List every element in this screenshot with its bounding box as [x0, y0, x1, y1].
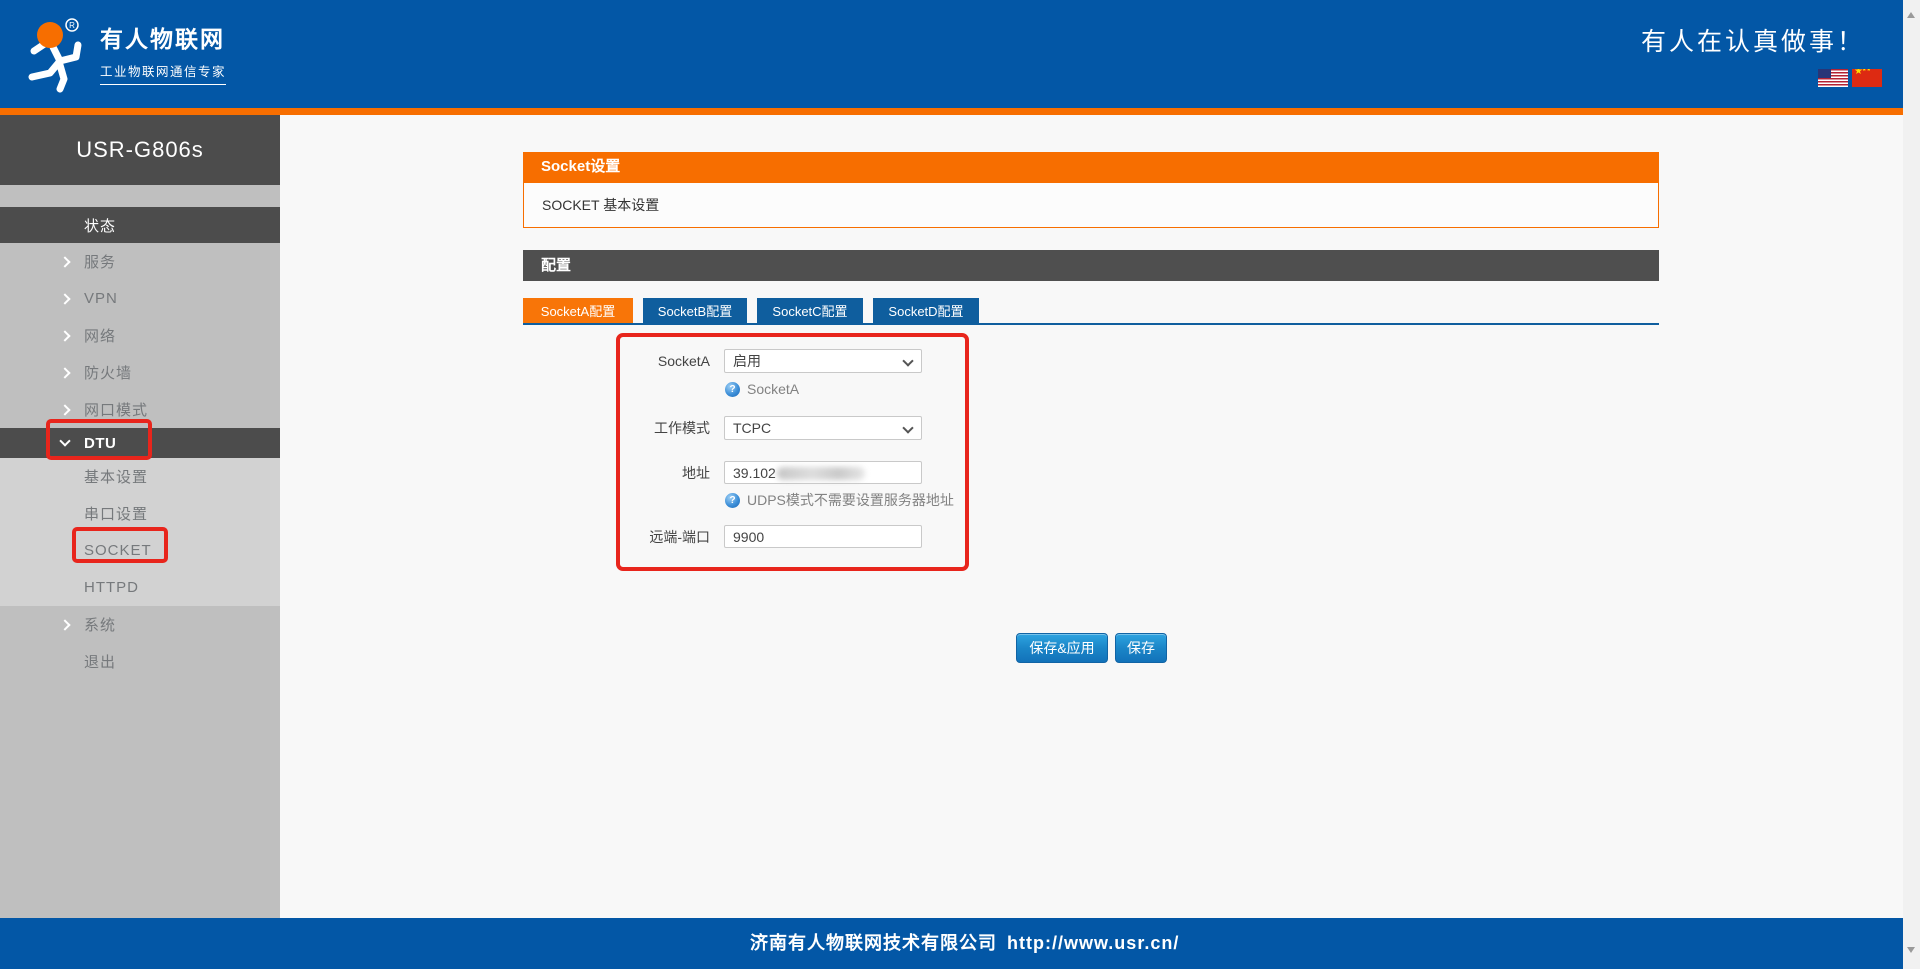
- work-mode-label: 工作模式: [654, 420, 710, 436]
- remote-port-label: 远端-端口: [649, 529, 710, 545]
- tab-socket-a[interactable]: SocketA配置: [523, 298, 633, 323]
- app-header: R 有人物联网 工业物联网通信专家 有人在认真做事！ ★ ★★: [0, 0, 1920, 108]
- page-title: Socket设置: [541, 158, 621, 175]
- sidebar-item-services[interactable]: 服务: [0, 243, 280, 280]
- device-model-title: USR-G806s: [0, 115, 280, 185]
- scroll-up-icon[interactable]: [1907, 12, 1915, 18]
- tab-socket-b[interactable]: SocketB配置: [643, 298, 747, 323]
- socket-enable-select[interactable]: 启用: [724, 349, 922, 373]
- chevron-right-icon: [59, 255, 71, 268]
- address-input[interactable]: 39.102: [724, 461, 922, 484]
- header-right: 有人在认真做事！ ★ ★★: [1641, 22, 1882, 87]
- sidebar-item-httpd[interactable]: HTTPD: [0, 569, 280, 606]
- config-section-title: 配置: [541, 257, 572, 274]
- socket-enable-label: SocketA: [657, 353, 710, 369]
- socket-enable-note: ? SocketA: [725, 381, 799, 397]
- chevron-right-icon: [59, 366, 71, 379]
- brand-tagline: 工业物联网通信专家: [100, 61, 227, 85]
- work-mode-select[interactable]: TCPC: [724, 416, 922, 440]
- page-scrollbar[interactable]: [1903, 0, 1920, 969]
- sidebar-item-logout[interactable]: 退出: [0, 643, 280, 680]
- config-section-bar: 配置: [523, 250, 1659, 281]
- page-title-bar: Socket设置: [523, 152, 1659, 182]
- address-note: ? UDPS模式不需要设置服务器地址: [725, 490, 954, 510]
- scroll-down-icon[interactable]: [1907, 947, 1915, 953]
- us-flag-icon[interactable]: [1818, 69, 1848, 87]
- footer-company: 济南有人物联网技术有限公司: [750, 933, 997, 953]
- page-subtitle: SOCKET 基本设置: [542, 197, 660, 213]
- remote-port-input[interactable]: 9900: [724, 525, 922, 548]
- save-button[interactable]: 保存: [1115, 633, 1167, 663]
- sidebar-item-serial-settings[interactable]: 串口设置: [0, 495, 280, 532]
- sidebar-item-status[interactable]: 状态: [0, 207, 280, 243]
- help-icon: ?: [725, 381, 740, 397]
- help-icon: ?: [725, 492, 740, 508]
- page-subtitle-panel: SOCKET 基本设置: [523, 182, 1659, 228]
- redacted-blur: [777, 467, 865, 480]
- chevron-right-icon: [59, 403, 71, 416]
- sidebar-item-dtu[interactable]: DTU: [0, 428, 280, 458]
- tabs-underline: [523, 323, 1659, 325]
- sidebar-item-basic-settings[interactable]: 基本设置: [0, 458, 280, 495]
- svg-text:R: R: [69, 21, 75, 30]
- tab-socket-d[interactable]: SocketD配置: [873, 298, 979, 323]
- header-accent-strip: [0, 108, 1920, 115]
- chevron-right-icon: [59, 329, 71, 342]
- footer-url[interactable]: http://www.usr.cn/: [1007, 918, 1179, 969]
- cn-flag-icon[interactable]: ★ ★★: [1852, 69, 1882, 87]
- sidebar-item-firewall[interactable]: 防火墙: [0, 354, 280, 391]
- sidebar-item-socket[interactable]: SOCKET: [0, 532, 280, 569]
- sidebar-item-network[interactable]: 网络: [0, 317, 280, 354]
- chevron-right-icon: [59, 292, 71, 305]
- dtu-submenu: 基本设置 串口设置 SOCKET HTTPD: [0, 458, 280, 606]
- brand-text: 有人物联网 工业物联网通信专家: [100, 25, 227, 85]
- sidebar-item-system[interactable]: 系统: [0, 606, 280, 643]
- runner-logo-icon: R: [28, 18, 82, 93]
- socket-tabs: SocketA配置 SocketB配置 SocketC配置 SocketD配置: [523, 298, 989, 323]
- address-label: 地址: [682, 465, 710, 481]
- chevron-right-icon: [59, 618, 71, 631]
- chevron-down-icon: [59, 435, 71, 447]
- footer: 济南有人物联网技术有限公司 http://www.usr.cn/: [0, 918, 1903, 969]
- tab-socket-c[interactable]: SocketC配置: [757, 298, 863, 323]
- select-arrow-icon: [902, 355, 914, 367]
- brand-name: 有人物联网: [100, 26, 225, 52]
- select-arrow-icon: [902, 422, 914, 434]
- language-switch: ★ ★★: [1641, 69, 1882, 87]
- save-apply-button[interactable]: 保存&应用: [1016, 633, 1108, 663]
- sidebar-item-port-mode[interactable]: 网口模式: [0, 391, 280, 428]
- sidebar: USR-G806s 状态 服务 VPN 网络 防火墙 网口模式 DTU 基本设置…: [0, 115, 280, 918]
- header-slogan: 有人在认真做事！: [1640, 28, 1865, 56]
- sidebar-item-vpn[interactable]: VPN: [0, 280, 280, 317]
- brand-logo[interactable]: R 有人物联网 工业物联网通信专家: [20, 10, 280, 100]
